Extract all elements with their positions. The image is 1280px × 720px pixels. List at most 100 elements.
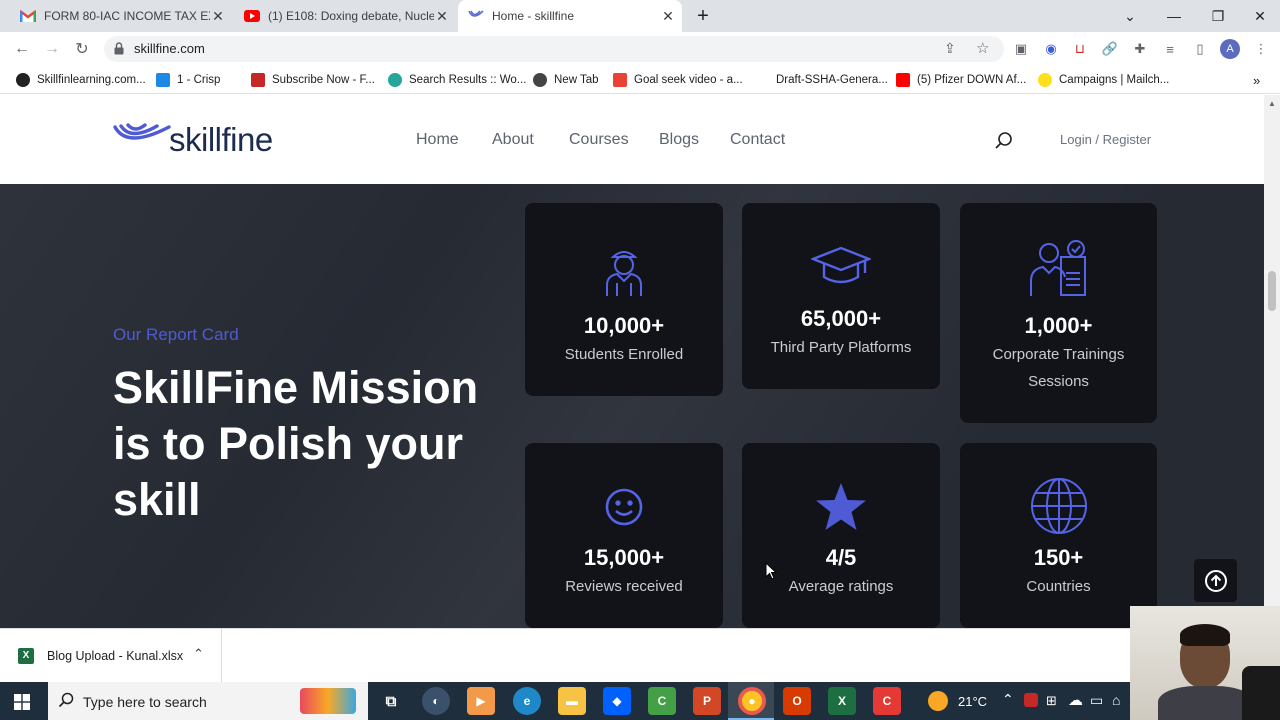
bookmark-item[interactable]: Draft-SSHA-Genera... (760, 71, 888, 89)
share-icon[interactable]: ⇪ (944, 40, 956, 57)
stat-number: 15,000+ (583, 545, 665, 570)
camtasia-icon[interactable]: C (648, 687, 676, 715)
close-window-icon[interactable]: ✕ (1238, 0, 1280, 32)
address-bar[interactable]: skillfine.com ⇪ ☆ (104, 36, 1004, 62)
avatar[interactable]: A (1220, 39, 1240, 59)
download-filename: Blog Upload - Kunal.xlsx (47, 649, 184, 663)
nav-about[interactable]: About (492, 131, 534, 149)
minimize-icon[interactable]: — (1152, 0, 1196, 32)
windows-start-icon[interactable] (14, 694, 30, 715)
site-header: skillfine Home About Courses Blogs Conta… (0, 95, 1264, 184)
nav-contact[interactable]: Contact (730, 131, 785, 149)
restore-icon[interactable]: ❐ (1196, 0, 1240, 32)
cloud-icon[interactable]: ☁ (1068, 691, 1083, 709)
stat-label: Countries (1026, 578, 1091, 595)
puzzle-icon[interactable]: ✚ (1131, 40, 1149, 58)
reading-list-icon[interactable]: ≡ (1161, 40, 1179, 58)
nav-blogs[interactable]: Blogs (659, 131, 699, 149)
extension-icon[interactable]: ▣ (1012, 40, 1030, 58)
tab-search-icon[interactable]: ⌄ (1108, 0, 1152, 32)
browser-toolbar: ← → ↻ skillfine.com ⇪ ☆ ▣ ◉ ⊔ 🔗 ✚ ≡ ▯ A … (0, 32, 1280, 66)
app-icon[interactable]: ◐ (422, 687, 450, 715)
dropbox-icon[interactable]: ◆ (603, 687, 631, 715)
temperature[interactable]: 21°C (958, 694, 987, 709)
gmail-icon (613, 73, 627, 87)
bookmark-item[interactable]: Subscribe Now - F... (251, 71, 375, 89)
page-scrollbar[interactable]: ▲ (1264, 95, 1280, 628)
close-tab-icon[interactable]: ✕ (660, 8, 676, 25)
office-icon[interactable]: O (783, 687, 811, 715)
search-icon[interactable] (994, 131, 1014, 156)
skillfine-icon (468, 8, 484, 24)
link-icon[interactable]: 🔗 (1101, 40, 1119, 58)
tray-icon[interactable]: ⊞ (1046, 693, 1057, 709)
bookmark-item[interactable]: Skillfinlearning.com... (16, 71, 146, 89)
taskbar-search-box[interactable]: Type here to search (48, 682, 368, 720)
extension-icon[interactable]: ⊔ (1071, 40, 1089, 58)
extension-icon[interactable]: ◉ (1042, 40, 1060, 58)
tab-youtube[interactable]: (1) E108: Doxing debate, Nuclear ✕ (234, 0, 456, 32)
mailchimp-icon (1038, 73, 1052, 87)
chevron-up-icon[interactable]: ⌃ (193, 646, 204, 662)
site-logo[interactable]: skillfine (113, 121, 303, 158)
tab-title: FORM 80-IAC INCOME TAX EXEMPT (44, 9, 210, 23)
file-explorer-icon[interactable]: ▬ (558, 687, 586, 715)
tray-icon[interactable] (1024, 693, 1038, 707)
weather-icon[interactable] (928, 691, 948, 711)
tab-gmail[interactable]: FORM 80-IAC INCOME TAX EXEMPT ✕ (10, 0, 232, 32)
tab-skillfine[interactable]: Home - skillfine ✕ (458, 0, 682, 32)
bookmark-item[interactable]: Search Results :: Wo... (388, 71, 526, 89)
stat-number: 150+ (1033, 545, 1084, 570)
search-icon (58, 692, 74, 713)
heading-line: SkillFine Mission (113, 362, 479, 413)
powerpoint-icon[interactable]: P (693, 687, 721, 715)
nav-courses[interactable]: Courses (569, 131, 629, 149)
more-bookmarks-button[interactable]: » (1253, 71, 1260, 89)
report-card-section: Our Report Card SkillFine Mission is to … (0, 184, 1264, 628)
download-item[interactable]: X Blog Upload - Kunal.xlsx ⌃ (0, 629, 222, 683)
forward-icon[interactable]: → (40, 38, 64, 60)
bookmark-item[interactable]: 1 - Crisp (156, 71, 220, 89)
webcam-overlay (1130, 606, 1280, 720)
app-icon[interactable]: ▶ (467, 687, 495, 715)
close-tab-icon[interactable]: ✕ (434, 8, 450, 25)
globe-icon (533, 73, 547, 87)
stat-card-reviews: 15,000+ Reviews received (525, 443, 723, 628)
smiley-icon (605, 488, 643, 526)
stat-card-students: 10,000+ Students Enrolled (525, 203, 723, 396)
side-panel-icon[interactable]: ▯ (1191, 40, 1209, 58)
stat-label: Corporate Trainings Sessions (992, 346, 1125, 390)
nav-home[interactable]: Home (416, 131, 459, 149)
bookmark-item[interactable]: Goal seek video - a... (613, 71, 743, 89)
arrow-up-circle-icon (1204, 569, 1227, 592)
network-icon[interactable]: ⌂ (1112, 692, 1120, 708)
new-tab-button[interactable]: + (692, 4, 714, 28)
tab-strip: FORM 80-IAC INCOME TAX EXEMPT ✕ (1) E108… (0, 0, 1280, 32)
excel-icon[interactable]: X (828, 687, 856, 715)
bookmark-item[interactable]: (5) Pfizer DOWN Af... (896, 71, 1026, 89)
search-highlight-icon (300, 688, 356, 714)
camtasia-recorder-icon[interactable]: C (873, 687, 901, 715)
back-to-top-button[interactable] (1194, 559, 1237, 602)
edge-icon[interactable]: e (513, 687, 541, 715)
task-view-icon[interactable]: ⧉ (377, 687, 405, 715)
scrollbar-thumb[interactable] (1268, 271, 1276, 311)
scroll-up-icon[interactable]: ▲ (1268, 99, 1276, 108)
bookmark-item[interactable]: New Tab (533, 71, 599, 89)
stat-card-ratings: 4/5 Average ratings (742, 443, 940, 628)
login-register-link[interactable]: Login / Register (1060, 132, 1151, 147)
menu-icon[interactable]: ⋮ (1252, 40, 1270, 58)
stat-label: Third Party Platforms (770, 339, 912, 356)
back-icon[interactable]: ← (10, 38, 34, 60)
gmail-icon (20, 8, 36, 24)
webcam-person-hair (1180, 624, 1230, 646)
close-tab-icon[interactable]: ✕ (210, 8, 226, 25)
youtube-icon (244, 8, 260, 24)
bookmark-star-icon[interactable]: ☆ (976, 39, 989, 57)
mouse-cursor-icon (765, 562, 777, 580)
chevron-up-icon[interactable]: ⌃ (1002, 691, 1014, 708)
bookmark-item[interactable]: Campaigns | Mailch... (1038, 71, 1169, 89)
web-page: skillfine Home About Courses Blogs Conta… (0, 95, 1264, 628)
battery-icon[interactable]: ▭ (1090, 692, 1103, 709)
reload-icon[interactable]: ↻ (70, 38, 94, 60)
